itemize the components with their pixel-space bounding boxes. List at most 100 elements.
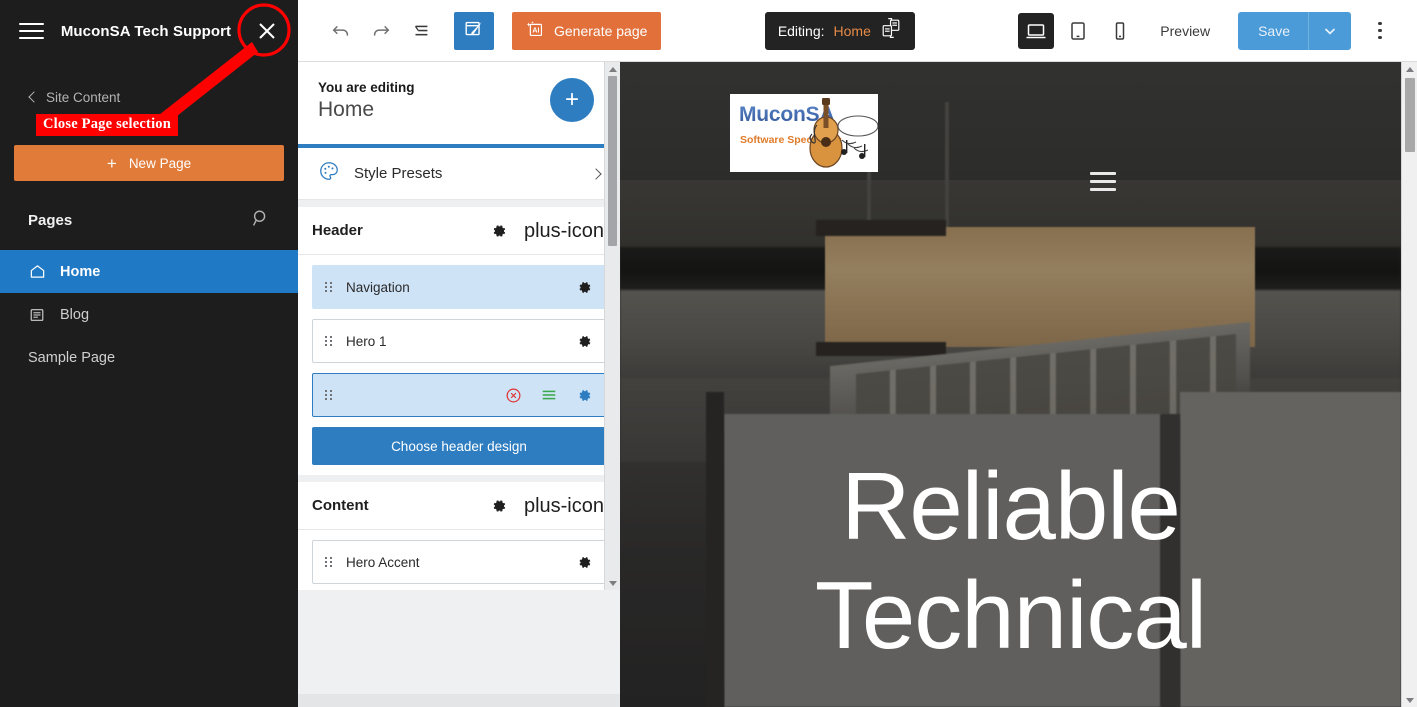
breadcrumb-label: Site Content (46, 90, 121, 105)
breadcrumb[interactable]: Site Content (0, 62, 298, 105)
section-divider (298, 200, 620, 207)
pages-list: Home Blog Sample Page (0, 250, 298, 379)
hero-line-2: Technical (814, 562, 1207, 670)
block-navigation[interactable]: Navigation (312, 265, 606, 309)
toolbar-center-group: Editing: Home (661, 11, 1018, 50)
editing-key-label: Editing: (777, 22, 825, 39)
save-button[interactable]: Save (1238, 11, 1351, 50)
drag-grip-icon[interactable] (325, 557, 332, 567)
drag-grip-icon[interactable] (325, 390, 332, 400)
sidebar-item-blog[interactable]: Blog (0, 293, 298, 336)
edit-mode-button[interactable] (454, 11, 494, 50)
scrollbar-thumb[interactable] (608, 76, 617, 246)
search-icon[interactable] (252, 209, 270, 232)
close-icon[interactable] (250, 14, 284, 48)
add-section-button[interactable]: + (550, 78, 594, 122)
section-header-header: Header plus-icon (298, 207, 620, 255)
palette-icon (318, 160, 340, 187)
section-title: Content (312, 497, 369, 514)
sidebar-item-home[interactable]: Home (0, 250, 298, 293)
home-icon (28, 263, 46, 280)
gear-icon[interactable] (576, 279, 593, 296)
plus-icon: + (106, 153, 117, 173)
preview-scrollbar[interactable] (1401, 62, 1417, 707)
sidebar-item-label: Home (60, 263, 101, 280)
edit-panel: You are editing Home + Style Presets Hea… (298, 62, 620, 590)
hamburger-icon[interactable] (1090, 172, 1116, 191)
page-builder-app: MuconSA Tech Support Site Content + New … (0, 0, 1417, 707)
undo-icon[interactable] (326, 16, 356, 46)
add-content-block-button[interactable]: plus-icon (524, 496, 604, 516)
mobile-icon[interactable] (1102, 13, 1138, 49)
scroll-down-icon[interactable] (605, 576, 621, 590)
hero-line-1: Reliable (841, 453, 1181, 560)
panel-bottom-strip (298, 694, 620, 707)
save-label: Save (1258, 22, 1290, 39)
editing-header: You are editing Home + (298, 62, 620, 138)
scroll-up-icon[interactable] (1402, 62, 1417, 76)
sidebar-header: MuconSA Tech Support (0, 0, 298, 62)
scrollbar-thumb[interactable] (1405, 78, 1415, 152)
editing-page-pill[interactable]: Editing: Home (764, 11, 915, 50)
site-logo[interactable]: MuconSA Software Specialists (730, 94, 878, 172)
site-title: MuconSA Tech Support (60, 22, 232, 40)
style-presets-label: Style Presets (354, 165, 443, 182)
block-label: Hero Accent (346, 554, 420, 570)
generate-page-button[interactable]: AI Generate page (512, 11, 662, 50)
outline-list-icon[interactable] (406, 16, 436, 46)
plus-icon: plus-icon (523, 494, 604, 517)
redo-icon[interactable] (366, 16, 396, 46)
ai-badge-icon: AI (526, 20, 545, 42)
blog-icon (28, 307, 46, 323)
section-title: Header (312, 222, 363, 239)
more-vertical-icon[interactable] (1365, 13, 1395, 49)
panel-background-area (298, 590, 620, 707)
drag-grip-icon[interactable] (325, 282, 332, 292)
chevron-right-icon (590, 167, 602, 180)
sidebar-item-label: Sample Page (28, 349, 116, 366)
scroll-down-icon[interactable] (1402, 693, 1417, 707)
sidebar-item-sample-page[interactable]: Sample Page (0, 336, 298, 379)
pages-header: Pages (0, 205, 298, 235)
annotation-label: Close Page selection (36, 114, 179, 136)
gear-icon[interactable] (576, 387, 593, 404)
remove-circle-icon[interactable] (505, 387, 522, 404)
add-header-block-button[interactable]: plus-icon (524, 221, 604, 241)
tablet-icon[interactable] (1060, 13, 1096, 49)
gear-icon[interactable] (490, 497, 508, 515)
toolbar-left-group: AI Generate page (298, 11, 662, 50)
new-page-button[interactable]: + New Page (14, 145, 284, 181)
site-preview[interactable]: MuconSA Software Specialists Reliable Te… (620, 62, 1401, 707)
top-toolbar: AI Generate page Editing: Home Preview S… (298, 0, 1417, 62)
preview-area: MuconSA Software Specialists Reliable Te… (620, 62, 1417, 707)
drag-grip-icon[interactable] (325, 336, 332, 346)
switch-page-icon[interactable] (880, 17, 902, 44)
block-label: Navigation (346, 279, 410, 295)
hero-heading: Reliable Technical (620, 452, 1401, 671)
section-divider (298, 475, 620, 482)
toolbar-right-group: Preview Save (1018, 11, 1417, 50)
gear-icon[interactable] (576, 554, 593, 571)
block-hero-accent[interactable]: Hero Accent (312, 540, 606, 584)
block-active-empty[interactable] (312, 373, 606, 417)
scroll-up-icon[interactable] (605, 62, 621, 76)
style-presets-row[interactable]: Style Presets (298, 148, 620, 200)
preview-button[interactable]: Preview (1144, 23, 1226, 39)
chevron-down-icon[interactable] (1309, 24, 1351, 38)
gear-icon[interactable] (490, 222, 508, 240)
left-sidebar: MuconSA Tech Support Site Content + New … (0, 0, 298, 707)
chevron-left-icon (28, 91, 40, 103)
svg-text:AI: AI (532, 26, 539, 34)
choose-header-design-button[interactable]: Choose header design (312, 427, 606, 465)
desktop-icon[interactable] (1018, 12, 1055, 49)
content-blocks: Hero Accent (298, 530, 620, 590)
block-hero-1[interactable]: Hero 1 (312, 319, 606, 363)
new-page-label: New Page (128, 155, 192, 171)
guitar-music-notes-icon (809, 98, 878, 168)
block-label: Hero 1 (346, 333, 387, 349)
menu-lines-icon[interactable] (540, 386, 558, 404)
section-header-content: Content plus-icon (298, 482, 620, 530)
edit-panel-scrollbar[interactable] (604, 62, 620, 590)
gear-icon[interactable] (576, 333, 593, 350)
plus-icon: plus-icon (523, 219, 604, 242)
